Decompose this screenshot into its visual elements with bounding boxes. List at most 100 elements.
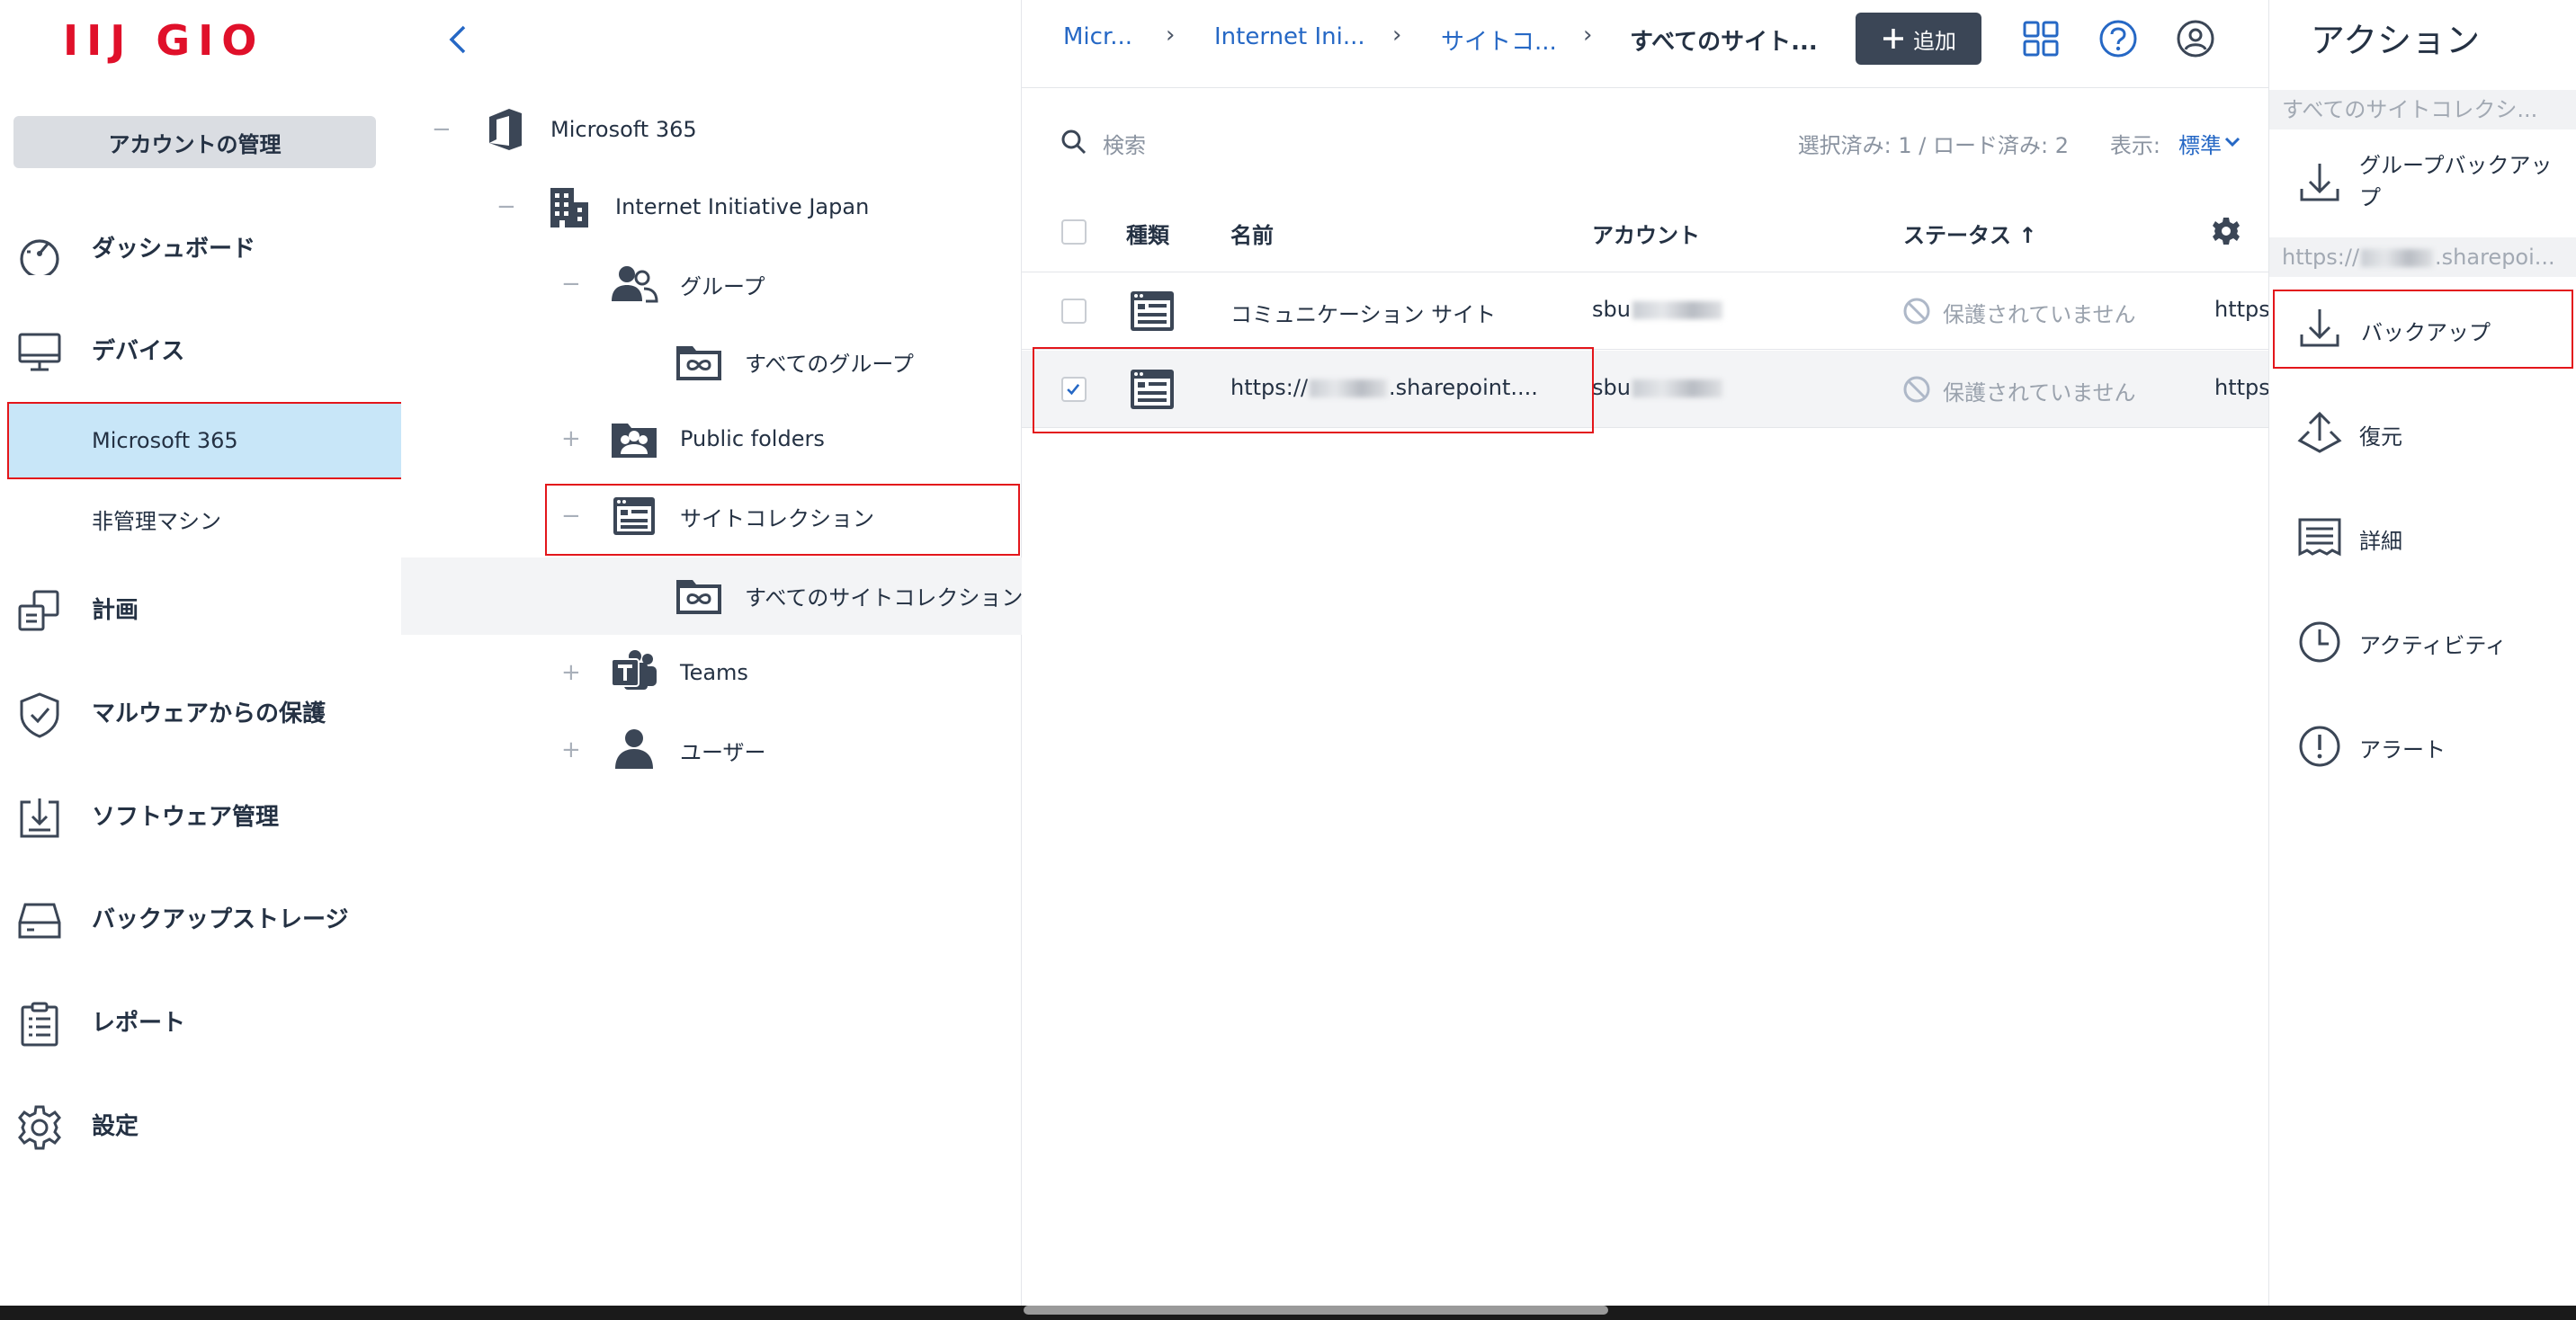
brand-logo: IIJ GIO (63, 16, 265, 65)
action-backup[interactable]: バックアップ (2273, 290, 2573, 369)
action-details[interactable]: 詳細 (2269, 493, 2576, 583)
report-icon (21, 1002, 58, 1047)
nav-plans-label: 計画 (92, 596, 139, 624)
not-protected-icon (1903, 298, 1930, 325)
main-panel: Micr... › Internet Ini... › サイトコ... › すべ… (1022, 0, 2277, 1306)
nav-plans[interactable]: 計画 (0, 579, 401, 637)
nav-sub-microsoft-365[interactable]: Microsoft 365 (7, 402, 403, 479)
tree-toggle[interactable]: − (496, 193, 516, 220)
breadcrumb-item[interactable]: Internet Ini... (1214, 23, 1365, 50)
breadcrumb-item[interactable]: サイトコ... (1441, 23, 1557, 57)
breadcrumb-separator: › (1166, 22, 1176, 49)
action-group-backup[interactable]: グループバックアップ (2269, 137, 2576, 232)
account-management-button[interactable]: アカウントの管理 (13, 116, 376, 168)
nav-reports-label: レポート (92, 1009, 186, 1037)
software-icon (20, 798, 59, 838)
select-all-checkbox[interactable] (1061, 219, 1087, 245)
plus-icon (1883, 29, 1903, 49)
table-row[interactable]: コミュニケーション サイト sbu 保護されていません https: (1022, 272, 2277, 350)
nav-malware-protection[interactable]: マルウェアからの保護 (0, 682, 401, 740)
breadcrumb-separator: › (1392, 22, 1402, 49)
action-activities[interactable]: アクティビティ (2269, 597, 2576, 687)
action-restore[interactable]: 復元 (2269, 388, 2576, 478)
tree-toggle[interactable]: + (561, 659, 581, 686)
tree-toggle[interactable]: − (561, 271, 581, 298)
tree-toggle[interactable]: + (561, 425, 581, 452)
column-header-account[interactable]: アカウント (1592, 218, 1700, 249)
view-mode-dropdown[interactable]: 標準 (2178, 128, 2222, 159)
row-checkbox-checked[interactable] (1061, 377, 1087, 402)
public-folder-icon (612, 424, 657, 458)
action-backup-label: バックアップ (2361, 320, 2491, 345)
help-icon[interactable] (2097, 18, 2139, 59)
row-name: https:// .sharepoint.... (1230, 375, 1538, 400)
redacted-text (1310, 379, 1388, 397)
nav-sub-unmanaged-machines[interactable]: 非管理マシン (0, 480, 401, 557)
tree-label: すべてのサイトコレクション (745, 584, 1024, 611)
tree-label: グループ (680, 273, 765, 299)
nav-reports[interactable]: レポート (0, 992, 401, 1049)
table-row-selected[interactable]: https:// .sharepoint.... sbu 保護されていません ht… (1022, 351, 2277, 428)
row-account: sbu (1592, 297, 1724, 322)
tree-label: サイトコレクション (680, 505, 874, 531)
tree-toggle[interactable]: − (561, 503, 581, 530)
download-icon (2300, 164, 2339, 201)
row-checkbox[interactable] (1061, 299, 1087, 324)
tree-node-organization[interactable]: − Internet Initiative Japan (401, 171, 1022, 243)
account-prefix: sbu (1592, 375, 1631, 400)
search-icon (1061, 129, 1087, 155)
tree-toggle[interactable]: − (432, 116, 452, 143)
action-restore-label: 復元 (2359, 424, 2402, 450)
column-header-type[interactable]: 種類 (1126, 218, 1169, 249)
tree-node-public-folders[interactable]: + Public folders (401, 403, 1022, 475)
tree-node-microsoft-365[interactable]: − Microsoft 365 (401, 94, 1022, 165)
teams-icon (611, 650, 657, 690)
tree-node-users[interactable]: + ユーザー (401, 714, 1022, 786)
row-account: sbu (1592, 375, 1724, 400)
tree-toggle[interactable]: + (561, 736, 581, 763)
redacted-text (1632, 379, 1722, 397)
nav-devices[interactable]: デバイス (0, 320, 401, 378)
actions-title: アクション (2311, 21, 2481, 60)
grid-apps-icon[interactable] (2020, 18, 2062, 59)
download-icon (2300, 309, 2339, 347)
nav-settings[interactable]: 設定 (0, 1095, 401, 1153)
tree-node-groups[interactable]: − グループ (401, 248, 1022, 320)
search-input[interactable]: 検索 (1103, 128, 1146, 159)
breadcrumb-item[interactable]: Micr... (1063, 23, 1132, 50)
account-icon[interactable] (2175, 18, 2216, 59)
row-name: コミュニケーション サイト (1230, 302, 1497, 327)
view-label: 表示: (2109, 133, 2160, 158)
nav-dashboard[interactable]: ダッシュボード (0, 218, 401, 275)
collapse-chevron-left-icon[interactable] (444, 22, 471, 58)
tree-label: Internet Initiative Japan (615, 194, 870, 219)
nav-backup-storage[interactable]: バックアップストレージ (0, 888, 401, 946)
nav-software-management[interactable]: ソフトウェア管理 (0, 786, 401, 843)
column-header-name[interactable]: 名前 (1230, 218, 1274, 249)
site-icon (1131, 370, 1174, 409)
building-icon (550, 188, 588, 227)
horizontal-scrollbar[interactable] (1024, 1306, 1608, 1315)
gear-icon (18, 1105, 61, 1150)
add-button[interactable]: 追加 (1856, 13, 1981, 65)
tree-node-all-groups[interactable]: すべてのグループ (401, 326, 1022, 397)
actions-section-header: すべてのサイトコレクシ... (2269, 90, 2576, 129)
tree-node-all-site-collections[interactable]: すべてのサイトコレクション (401, 559, 1024, 631)
action-alerts[interactable]: アラート (2269, 701, 2576, 791)
breadcrumb-separator: › (1583, 22, 1593, 49)
name-suffix: .sharepoint.... (1389, 375, 1538, 400)
column-header-status[interactable]: ステータス ↑ (1903, 218, 2036, 249)
tree-label: Microsoft 365 (550, 117, 697, 142)
site-icon (613, 497, 655, 535)
tree-node-teams[interactable]: + Teams (401, 637, 1022, 709)
nav-malware-label: マルウェアからの保護 (92, 700, 326, 727)
left-sidebar: IIJ GIO アカウントの管理 ダッシュボード デバイス Microsoft … (0, 0, 403, 1306)
row-status: 保護されていません (1943, 302, 2136, 327)
nav-sub-unmanaged-label: 非管理マシン (92, 508, 221, 534)
column-settings-gear-icon[interactable] (2211, 216, 2241, 246)
tree-label: Teams (680, 660, 748, 685)
tree-node-site-collections[interactable]: − サイトコレクション (401, 480, 1022, 552)
chevron-down-icon[interactable] (2223, 133, 2241, 151)
plans-icon (18, 590, 59, 631)
storage-icon (18, 903, 61, 939)
